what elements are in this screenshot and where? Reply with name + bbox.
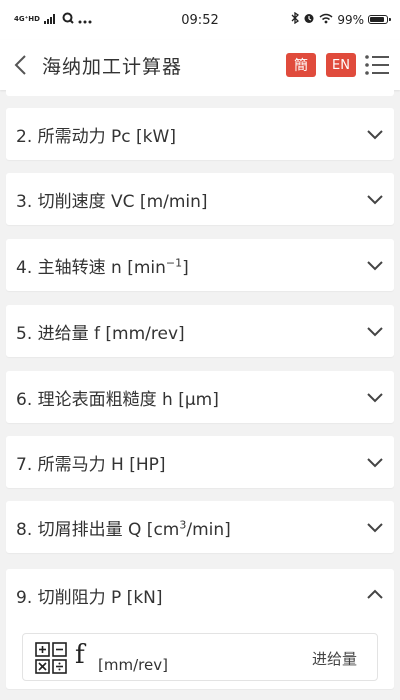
chevron-down-icon: [367, 130, 383, 140]
menu-button[interactable]: [364, 53, 390, 77]
chevron-up-icon: [367, 589, 383, 599]
language-chinese-button[interactable]: 簡: [286, 53, 316, 77]
battery-icon: [368, 15, 391, 24]
variable-name: 进给量: [311, 650, 357, 668]
calculator-icon: [35, 642, 67, 674]
list-item-spindle-speed[interactable]: 4. 主轴转速 n [min−1]: [6, 239, 394, 291]
item-label: 8. 切屑排出量 Q [cm3/min]: [16, 518, 231, 540]
battery-percent: 99%: [337, 12, 364, 27]
item-label: 4. 主轴转速 n [min−1]: [16, 256, 189, 278]
page-title: 海纳加工计算器: [42, 56, 183, 78]
list-item-surface-roughness[interactable]: 6. 理论表面粗糙度 h [µm]: [6, 371, 394, 423]
list-item-required-power[interactable]: 2. 所需动力 Pc [kW]: [6, 108, 394, 160]
chevron-down-icon: [367, 393, 383, 403]
back-button[interactable]: [8, 52, 32, 78]
battery-level-fill: [370, 17, 384, 22]
list-item-cutting-speed[interactable]: 3. 切削速度 VC [m/min]: [6, 173, 394, 225]
bluetooth-icon: [291, 11, 300, 27]
list-item-horsepower[interactable]: 7. 所需马力 H [HP]: [6, 436, 394, 488]
list-menu-icon: [365, 55, 389, 75]
status-bar: 4G⁺HD 09:52 99%: [0, 0, 400, 40]
item-label: 6. 理论表面粗糙度 h [µm]: [16, 390, 219, 410]
variable-symbol: f: [75, 640, 85, 670]
variable-unit: [mm/rev]: [98, 656, 168, 674]
chevron-down-icon: [367, 195, 383, 205]
wifi-icon: [319, 13, 333, 27]
app-header: 海纳加工计算器 簡 EN: [0, 40, 400, 90]
item-label: 5. 进给量 f [mm/rev]: [16, 324, 185, 344]
chevron-down-icon: [367, 327, 383, 337]
alarm-icon: [303, 12, 315, 27]
chevron-down-icon: [367, 261, 383, 271]
feed-rate-calculator-row[interactable]: f [mm/rev] 进给量: [22, 633, 378, 681]
item-label: 3. 切削速度 VC [m/min]: [16, 192, 208, 212]
chevron-down-icon: [367, 458, 383, 468]
list-item-feed-rate[interactable]: 5. 进给量 f [mm/rev]: [6, 305, 394, 357]
language-english-button[interactable]: EN: [326, 53, 356, 77]
chevron-left-icon: [14, 55, 26, 75]
chevron-down-icon: [367, 523, 383, 533]
item-label: 2. 所需动力 Pc [kW]: [16, 127, 176, 147]
bottom-edge: [0, 690, 400, 700]
item-label: 7. 所需马力 H [HP]: [16, 455, 166, 475]
item-label: 9. 切削阻力 P [kN]: [16, 588, 163, 608]
status-right: 99%: [291, 11, 391, 27]
previous-item-edge: [6, 90, 394, 96]
list-item-chip-removal[interactable]: 8. 切屑排出量 Q [cm3/min]: [6, 501, 394, 553]
